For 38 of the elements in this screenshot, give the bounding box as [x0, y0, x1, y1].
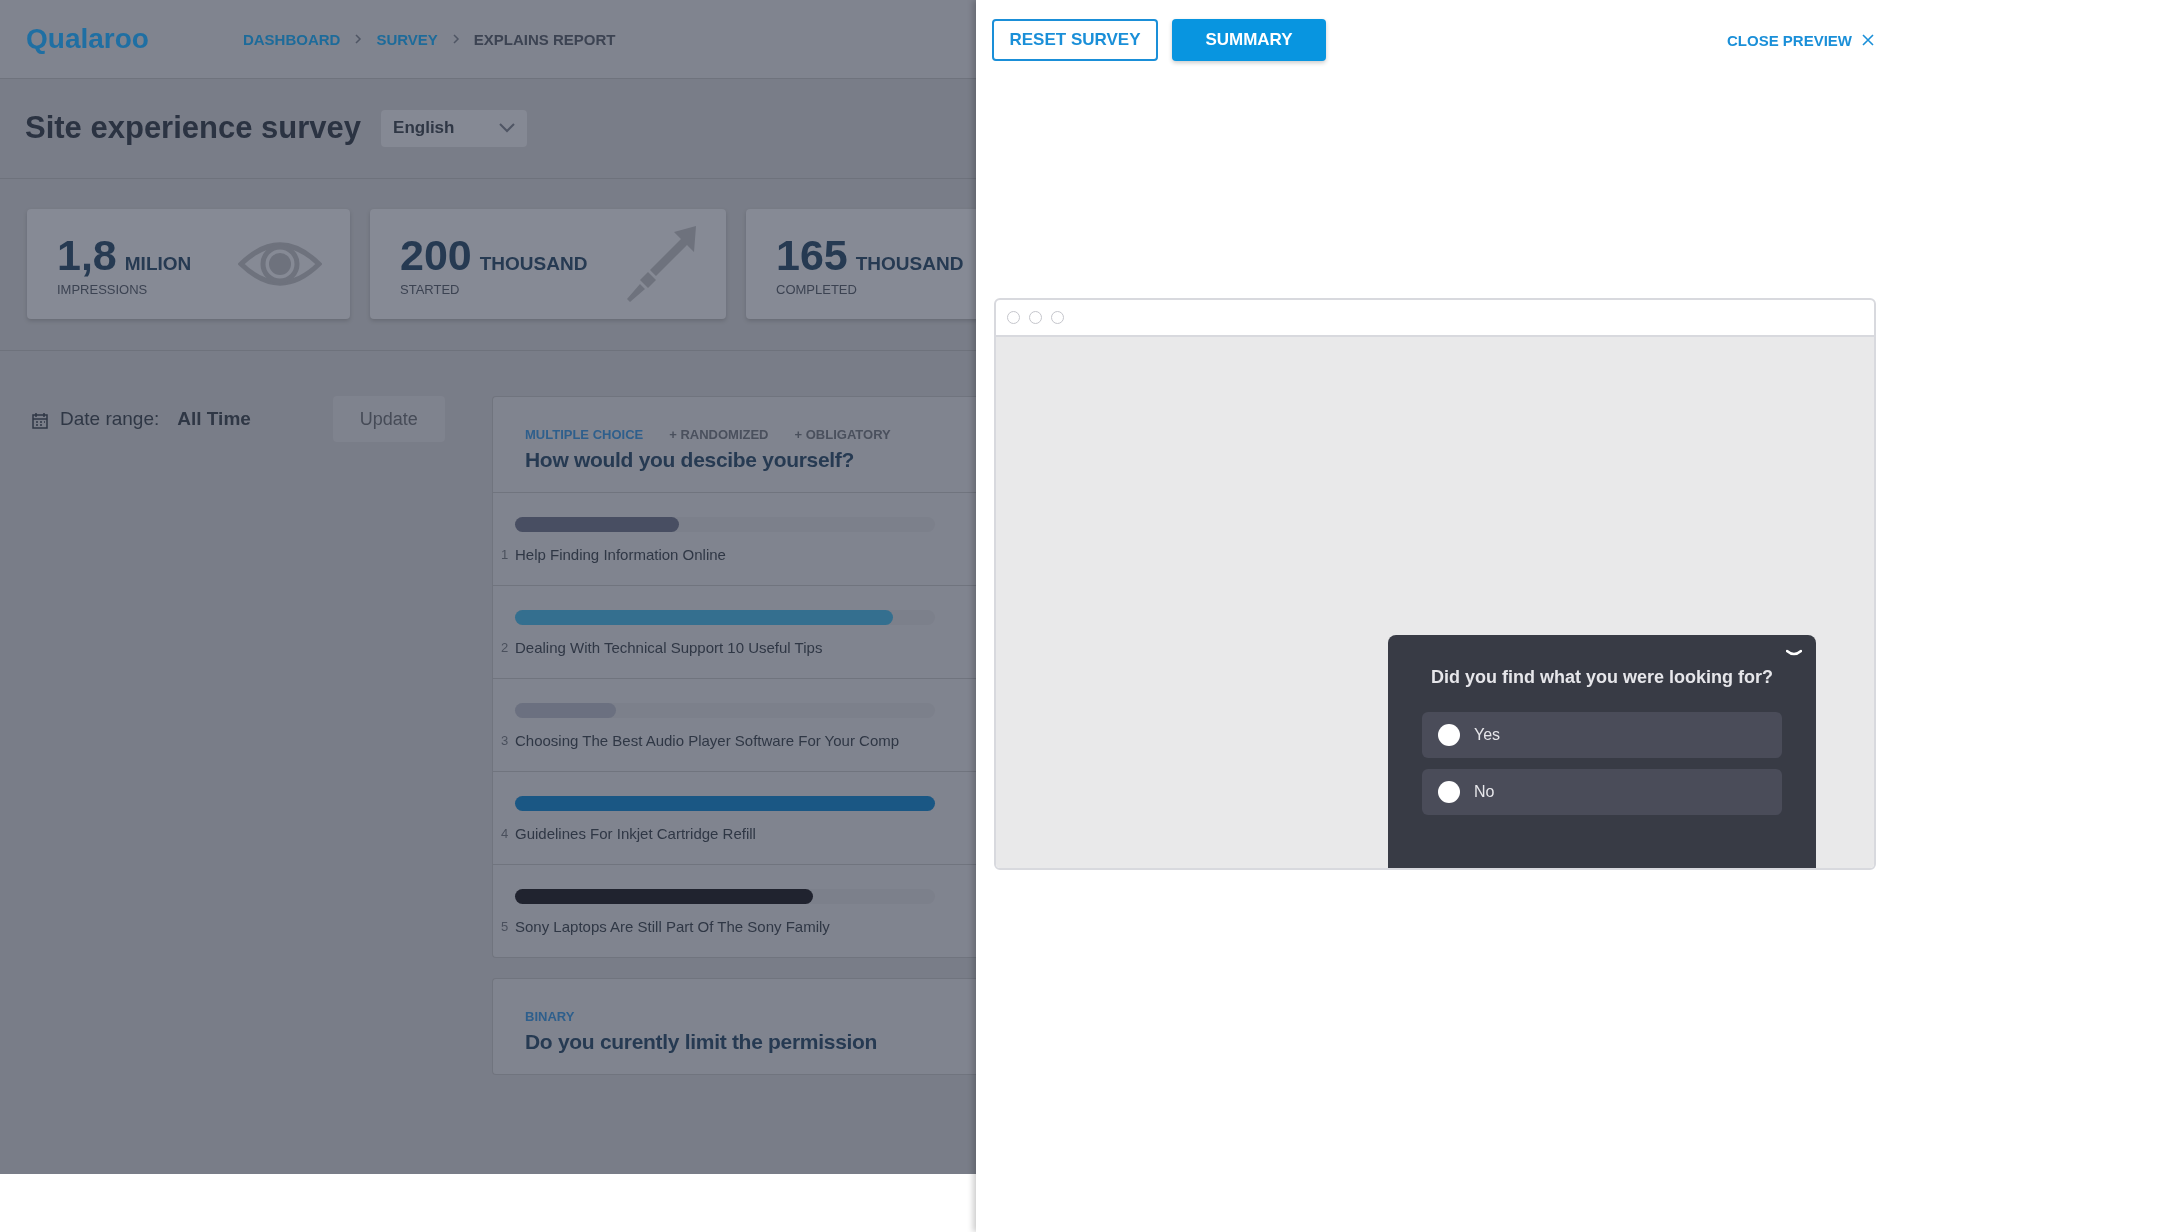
minimize-icon [1786, 649, 1802, 656]
answer-text: Choosing The Best Audio Player Software For Your Comp [515, 732, 900, 749]
answer-option[interactable]: Yes [1422, 712, 1782, 758]
question-type: BINARY [525, 1009, 575, 1024]
radio-button[interactable] [1438, 781, 1460, 803]
update-button[interactable]: Update [332, 396, 445, 442]
date-range-label: Date range: [60, 408, 160, 430]
stat-label: COMPLETED [776, 282, 858, 297]
rocket-icon [626, 224, 698, 304]
stat-unit: THOUSAND [479, 253, 588, 274]
stat-label: STARTED [400, 282, 461, 297]
reset-survey-button[interactable]: RESET SURVEY [992, 19, 1158, 61]
stat-value: 1,8 [57, 231, 117, 279]
question-title: Do you curently limit the permission [525, 1030, 879, 1054]
stat-unit: MILION [124, 253, 192, 274]
stat-unit: THOUSAND [855, 253, 964, 274]
close-icon [1862, 34, 1874, 46]
stat-value: 200 [400, 231, 472, 279]
answer-text: Guidelines For Inkjet Cartridge Refill [515, 825, 756, 842]
summary-button[interactable]: SUMMARY [1172, 19, 1326, 61]
chevron-right-icon [451, 34, 460, 44]
stat-value: 165 [776, 231, 848, 279]
chevron-right-icon [354, 34, 363, 44]
answer-text: Dealing With Technical Support 10 Useful Tips [515, 639, 823, 656]
question-title: How would you descibe yourself? [525, 448, 856, 472]
question-type: MULTIPLE CHOICE [525, 427, 644, 442]
close-preview-link[interactable]: CLOSE PREVIEW [1726, 31, 1874, 49]
widget-question: Did you find what you were looking for? [1431, 667, 1773, 688]
calendar-icon [32, 412, 48, 429]
answer-text: Help Finding Information Online [515, 546, 726, 563]
chevron-down-icon [499, 123, 516, 133]
stat-label: IMPRESSIONS [57, 282, 149, 297]
date-range-value[interactable]: All Time [177, 408, 251, 430]
language-dropdown[interactable]: English [381, 109, 528, 147]
survey-title: Site experience survey [25, 110, 362, 146]
answer-text: Sony Laptops Are Still Part Of The Sony Family [515, 918, 830, 935]
radio-button[interactable] [1438, 724, 1460, 746]
answer-option[interactable]: No [1422, 769, 1782, 815]
